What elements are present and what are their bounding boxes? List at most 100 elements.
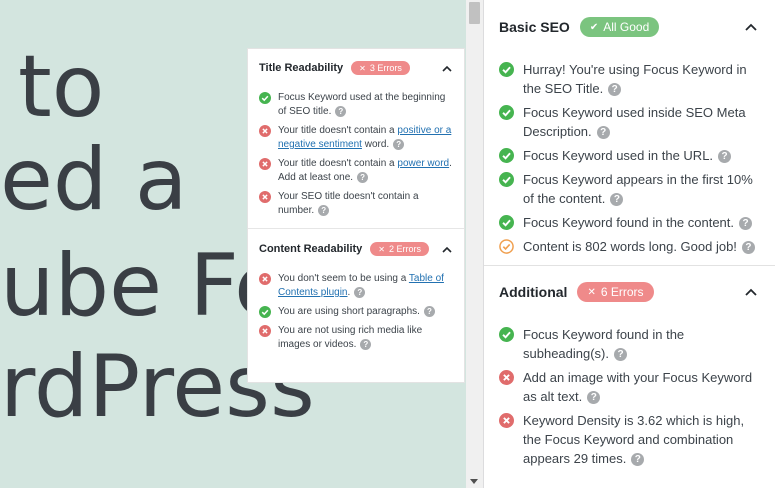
x-icon: ✕	[587, 286, 596, 298]
scroll-down-arrow-icon[interactable]	[470, 479, 478, 484]
help-icon[interactable]: ?	[423, 305, 435, 317]
check-circle-icon	[259, 306, 271, 318]
help-icon[interactable]: ?	[335, 105, 347, 117]
chevron-up-icon[interactable]	[745, 23, 757, 31]
x-icon: ✕	[378, 244, 385, 254]
x-circle-icon	[499, 413, 514, 428]
check-item: You are using short paragraphs.?	[259, 305, 452, 319]
check-item-text: Your SEO title doesn't contain a number.…	[278, 190, 452, 218]
check-circle-icon	[499, 172, 514, 187]
content-readability-list: You don't seem to be using a Table of Co…	[259, 272, 452, 352]
check-item: Content is 802 words long. Good job!?	[499, 237, 757, 256]
basic-seo-header[interactable]: Basic SEO ✔ All Good	[499, 16, 757, 38]
check-circle-icon	[499, 327, 514, 342]
check-item: Focus Keyword found in the content.?	[499, 213, 757, 232]
scrollbar[interactable]	[466, 0, 483, 488]
check-text-part: You are not using rich media like images…	[278, 325, 423, 350]
title-readability-header[interactable]: Title Readability ✕ 3 Errors	[259, 60, 452, 76]
check-circle-icon	[499, 62, 514, 77]
check-item: Your SEO title doesn't contain a number.…	[259, 190, 452, 218]
basic-seo-section: Basic SEO ✔ All Good Hurray! You're using…	[484, 0, 775, 256]
help-icon[interactable]: ?	[739, 217, 753, 231]
chevron-up-icon[interactable]	[745, 288, 757, 296]
hero-text-line: ed a	[0, 130, 188, 230]
check-item: Hurray! You're using Focus Keyword in th…	[499, 60, 757, 98]
check-item-text: Your title doesn't contain a power word.…	[278, 157, 452, 185]
help-icon[interactable]: ?	[393, 138, 405, 150]
x-circle-icon	[259, 325, 271, 337]
help-icon[interactable]: ?	[614, 348, 627, 362]
check-item-text: Focus Keyword used at the beginning of S…	[278, 91, 452, 119]
help-icon[interactable]: ?	[610, 193, 624, 207]
check-item-text: Focus Keyword found in the subheading(s)…	[523, 325, 757, 363]
check-text-part: Focus Keyword appears in the first 10% o…	[523, 172, 753, 206]
help-icon[interactable]: ?	[360, 338, 372, 350]
check-circle-outline-icon	[499, 239, 514, 254]
help-icon[interactable]: ?	[587, 391, 601, 405]
x-circle-icon	[259, 191, 271, 203]
error-badge: ✕ 6 Errors	[577, 282, 654, 302]
check-item: Add an image with your Focus Keyword as …	[499, 368, 757, 406]
help-link[interactable]: power word	[397, 158, 449, 169]
check-item-text: Focus Keyword used inside SEO Meta Descr…	[523, 103, 757, 141]
check-item: Focus Keyword found in the subheading(s)…	[499, 325, 757, 363]
check-item: Focus Keyword used at the beginning of S…	[259, 91, 452, 119]
check-circle-icon	[499, 105, 514, 120]
title-readability-list: Focus Keyword used at the beginning of S…	[259, 91, 452, 218]
check-circle-icon	[499, 215, 514, 230]
check-text-part: Focus Keyword found in the subheading(s)…	[523, 327, 685, 361]
check-item-text: Hurray! You're using Focus Keyword in th…	[523, 60, 757, 98]
x-circle-icon	[259, 125, 271, 137]
scrollbar-thumb[interactable]	[469, 2, 480, 24]
check-item: Focus Keyword used in the URL.?	[499, 146, 757, 165]
check-icon: ✔	[589, 21, 599, 33]
hero-text-line: ube Fe	[0, 236, 288, 336]
check-circle-icon	[499, 148, 514, 163]
help-icon[interactable]: ?	[608, 83, 622, 97]
help-icon[interactable]: ?	[718, 150, 732, 164]
content-readability-header[interactable]: Content Readability ✕ 2 Errors	[259, 241, 452, 257]
check-item: You don't seem to be using a Table of Co…	[259, 272, 452, 300]
check-item-text: Add an image with your Focus Keyword as …	[523, 368, 757, 406]
check-text-part: Focus Keyword used in the URL.	[523, 148, 714, 163]
x-circle-icon	[259, 273, 271, 285]
chevron-up-icon[interactable]	[442, 246, 452, 253]
help-icon[interactable]: ?	[596, 126, 610, 140]
help-icon[interactable]: ?	[318, 204, 330, 216]
x-circle-icon	[259, 158, 271, 170]
check-item: Your title doesn't contain a positive or…	[259, 124, 452, 152]
check-circle-icon	[259, 92, 271, 104]
check-item: Focus Keyword appears in the first 10% o…	[499, 170, 757, 208]
section-title: Title Readability	[259, 62, 344, 74]
badge-label: 6 Errors	[600, 285, 644, 299]
readability-panel: Title Readability ✕ 3 Errors Focus Keywor…	[247, 48, 465, 383]
check-item: You are not using rich media like images…	[259, 324, 452, 352]
check-text-part: Content is 802 words long. Good job!	[523, 239, 737, 254]
check-item-text: Focus Keyword found in the content.?	[523, 213, 753, 232]
help-icon[interactable]: ?	[741, 241, 755, 255]
basic-seo-list: Hurray! You're using Focus Keyword in th…	[499, 60, 757, 256]
check-item: Focus Keyword used inside SEO Meta Descr…	[499, 103, 757, 141]
check-item-text: You are using short paragraphs.?	[278, 305, 435, 319]
check-text-part: You are using short paragraphs.	[278, 306, 420, 317]
help-icon[interactable]: ?	[631, 453, 645, 467]
check-text-part: Focus Keyword found in the content.	[523, 215, 735, 230]
status-badge: ✔ All Good	[579, 17, 660, 37]
check-item-text: Keyword Density is 3.62 which is high, t…	[523, 411, 757, 468]
help-icon[interactable]: ?	[354, 286, 366, 298]
check-text-part: Hurray! You're using Focus Keyword in th…	[523, 62, 747, 96]
section-title: Additional	[499, 284, 568, 300]
section-title: Content Readability	[259, 243, 363, 255]
badge-label: 2 Errors	[389, 244, 422, 254]
help-icon[interactable]: ?	[357, 171, 369, 183]
check-item-text: You don't seem to be using a Table of Co…	[278, 272, 452, 300]
error-badge: ✕ 2 Errors	[370, 242, 430, 256]
chevron-up-icon[interactable]	[442, 65, 452, 72]
hero-text-line: to	[18, 37, 105, 137]
additional-header[interactable]: Additional ✕ 6 Errors	[499, 281, 757, 303]
check-text-part: word.	[361, 139, 390, 150]
badge-label: All Good	[603, 20, 650, 34]
x-icon: ✕	[359, 63, 366, 73]
check-item-text: Focus Keyword appears in the first 10% o…	[523, 170, 757, 208]
check-item-text: Your title doesn't contain a positive or…	[278, 124, 452, 152]
